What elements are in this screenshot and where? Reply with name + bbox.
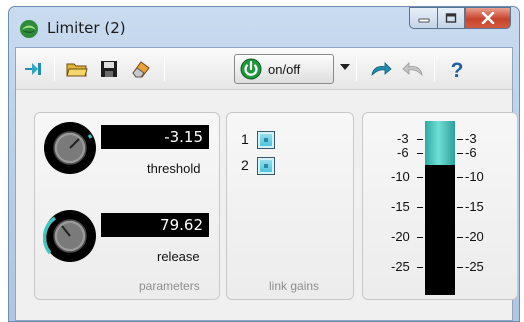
- scale-left-10: -10: [391, 169, 410, 184]
- scale-right-25: -25: [465, 259, 484, 274]
- close-icon: [481, 12, 495, 24]
- app-logo-icon: [20, 20, 38, 38]
- gain-reduction-meter-panel: -3 -6 -10 -15 -20 -25 -3 -6 -10 -15 -20 …: [362, 112, 518, 300]
- save-disk-icon: [101, 61, 117, 77]
- power-toggle-button[interactable]: on/off: [234, 54, 334, 84]
- window-title: Limiter (2): [47, 19, 126, 37]
- link-channel-2-button[interactable]: [257, 157, 275, 175]
- threshold-knob[interactable]: [43, 121, 97, 175]
- limiter-window: Limiter (2) on/off ? -3.15 threshold 79.…: [8, 6, 520, 322]
- maximize-button[interactable]: [437, 7, 465, 29]
- scale-right-20: -20: [465, 229, 484, 244]
- tick-left: [417, 153, 423, 154]
- redo-arrow-icon: [402, 62, 423, 77]
- power-label: on/off: [268, 61, 301, 77]
- save-button[interactable]: [96, 56, 122, 82]
- maximize-icon: [445, 13, 457, 23]
- scale-left-15: -15: [391, 199, 410, 214]
- toolbar-separator: [164, 57, 165, 81]
- eraser-icon: [132, 61, 150, 78]
- scale-right-10: -10: [465, 169, 484, 184]
- toolbar-separator: [54, 57, 55, 81]
- scale-left-20: -20: [391, 229, 410, 244]
- eraser-button[interactable]: [128, 56, 154, 82]
- tick-left: [417, 139, 423, 140]
- parameters-panel: -3.15 threshold 79.62 release parameters: [34, 112, 220, 300]
- pin-icon: [25, 63, 41, 75]
- link-gains-panel: 1 2 link gains: [226, 112, 354, 300]
- help-icon: ?: [451, 59, 464, 80]
- chevron-down-icon[interactable]: [340, 64, 350, 70]
- toolbar-separator: [356, 57, 357, 81]
- plugin-body: on/off ? -3.15 threshold 79.62 release p…: [15, 47, 518, 321]
- tick-left: [417, 207, 423, 208]
- tick-right: [457, 207, 463, 208]
- tick-right: [457, 237, 463, 238]
- parameters-caption: parameters: [139, 279, 200, 293]
- caption-buttons: [409, 7, 511, 29]
- svg-text:?: ?: [451, 59, 464, 80]
- pin-button[interactable]: [22, 56, 48, 82]
- threshold-label: threshold: [147, 161, 201, 176]
- redo-button[interactable]: [400, 56, 426, 82]
- scale-right-3: -3: [465, 131, 477, 146]
- close-button[interactable]: [465, 7, 511, 29]
- power-icon: [240, 58, 262, 80]
- scale-left-3: -3: [397, 131, 409, 146]
- tick-left: [417, 177, 423, 178]
- link-channel-2-label: 2: [241, 157, 249, 173]
- minimize-icon: [418, 18, 429, 23]
- scale-left-6: -6: [397, 145, 409, 160]
- link-gains-caption: link gains: [269, 279, 320, 293]
- link-channel-1-label: 1: [241, 131, 249, 147]
- release-value[interactable]: 79.62: [101, 213, 209, 237]
- tick-right: [457, 153, 463, 154]
- release-label: release: [157, 249, 200, 264]
- open-folder-icon: [66, 63, 88, 77]
- tick-right: [457, 139, 463, 140]
- undo-arrow-icon: [371, 62, 392, 77]
- help-button[interactable]: ?: [444, 56, 470, 82]
- scale-right-6: -6: [465, 145, 477, 160]
- tick-right: [457, 177, 463, 178]
- gain-reduction-meter: [425, 121, 455, 295]
- title-bar[interactable]: Limiter (2): [9, 7, 519, 47]
- minimize-button[interactable]: [409, 7, 437, 29]
- tick-left: [417, 237, 423, 238]
- open-button[interactable]: [64, 56, 90, 82]
- undo-button[interactable]: [368, 56, 394, 82]
- gain-reduction-fill: [425, 121, 455, 165]
- release-knob[interactable]: [43, 209, 97, 263]
- tick-left: [417, 267, 423, 268]
- threshold-value[interactable]: -3.15: [101, 125, 209, 149]
- tick-right: [457, 267, 463, 268]
- scale-right-15: -15: [465, 199, 484, 214]
- link-channel-1-button[interactable]: [257, 131, 275, 149]
- scale-left-25: -25: [391, 259, 410, 274]
- toolbar: on/off ?: [16, 48, 512, 90]
- toolbar-separator: [434, 57, 435, 81]
